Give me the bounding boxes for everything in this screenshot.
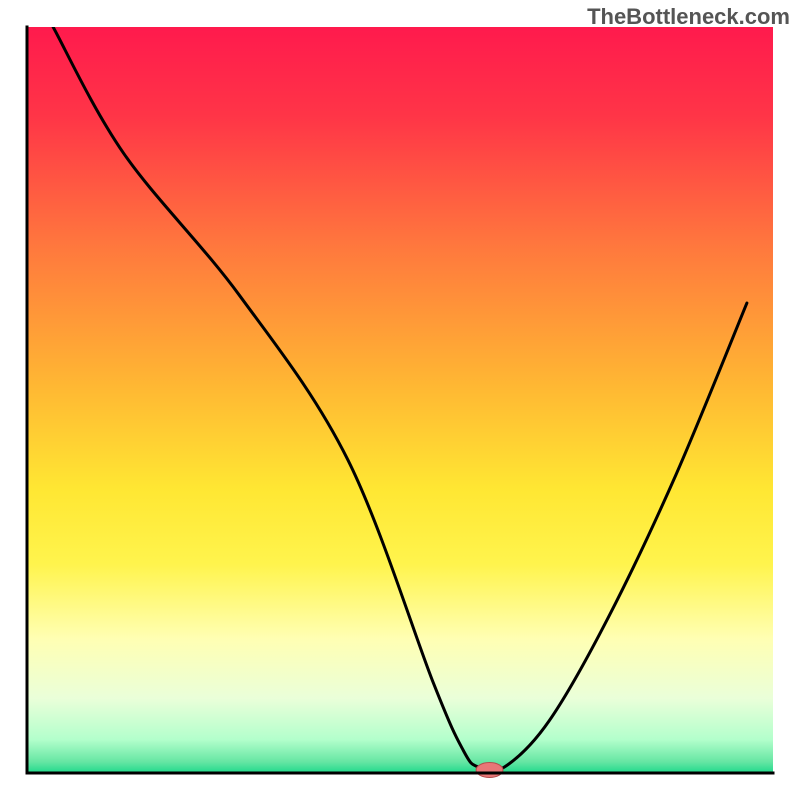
bottleneck-chart — [0, 0, 800, 800]
watermark-label: TheBottleneck.com — [587, 4, 790, 30]
gradient-background — [27, 27, 773, 773]
chart-container: TheBottleneck.com — [0, 0, 800, 800]
optimal-marker — [476, 763, 503, 778]
